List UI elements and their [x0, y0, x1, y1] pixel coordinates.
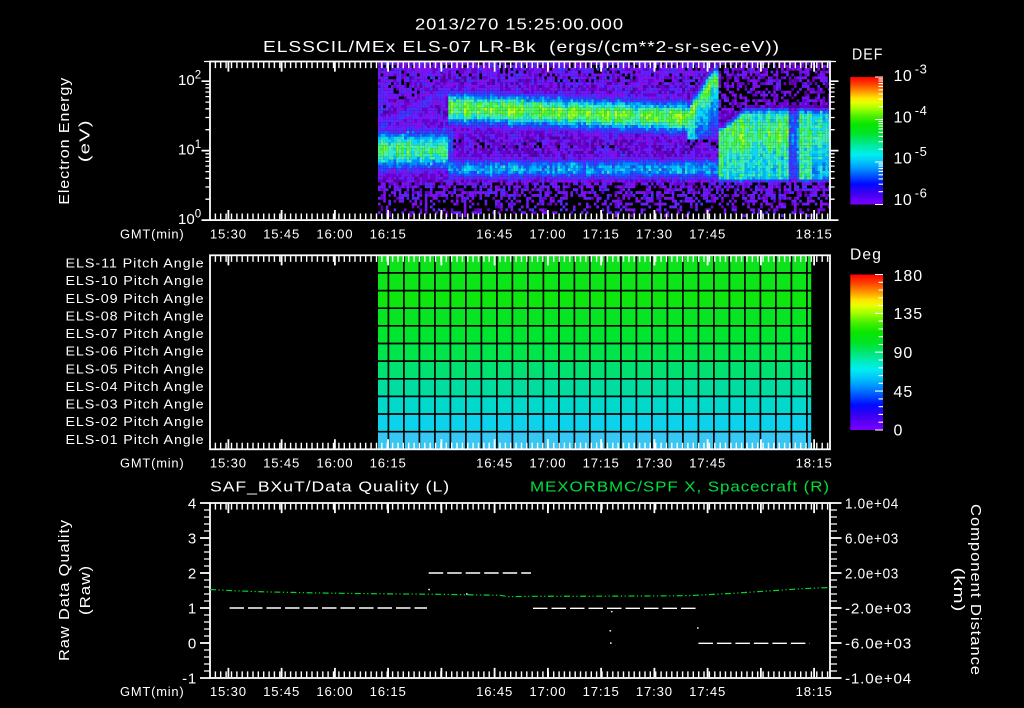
svg-text:Electron Energy: Electron Energy: [56, 77, 73, 205]
svg-text:15:30: 15:30: [210, 684, 247, 699]
svg-text:Component Distance: Component Distance: [967, 504, 984, 676]
svg-text:2013/270 15:25:00.000: 2013/270 15:25:00.000: [415, 17, 624, 34]
svg-text:17:30: 17:30: [636, 226, 673, 241]
svg-text:17:15: 17:15: [583, 456, 620, 471]
svg-text:ELS-10 Pitch Angle: ELS-10 Pitch Angle: [66, 273, 205, 288]
svg-text:17:30: 17:30: [636, 456, 673, 471]
svg-text:ELS-04 Pitch Angle: ELS-04 Pitch Angle: [66, 379, 205, 394]
svg-text:17:30: 17:30: [636, 684, 673, 699]
svg-text:16:15: 16:15: [370, 456, 407, 471]
svg-text:ELS-05 Pitch Angle: ELS-05 Pitch Angle: [66, 361, 205, 376]
svg-text:18:15: 18:15: [796, 456, 833, 471]
svg-text:0: 0: [188, 635, 197, 652]
svg-text:17:45: 17:45: [689, 456, 726, 471]
svg-text:15:45: 15:45: [263, 684, 300, 699]
svg-text:90: 90: [894, 345, 914, 362]
svg-text:15:30: 15:30: [210, 226, 247, 241]
svg-text:ELS-01 Pitch Angle: ELS-01 Pitch Angle: [66, 432, 205, 447]
svg-text:1.0e+04: 1.0e+04: [845, 495, 899, 512]
svg-text:15:30: 15:30: [210, 456, 247, 471]
svg-text:16:15: 16:15: [370, 684, 407, 699]
svg-text:16:00: 16:00: [316, 226, 353, 241]
svg-text:16:00: 16:00: [316, 684, 353, 699]
svg-text:ELSSCIL/MEx ELS-07 LR-Bk (erg: ELSSCIL/MEx ELS-07 LR-Bk (ergs/(cm**2-sr…: [263, 39, 780, 56]
svg-text:17:15: 17:15: [583, 226, 620, 241]
svg-text:15:45: 15:45: [263, 456, 300, 471]
svg-text:17:45: 17:45: [689, 684, 726, 699]
svg-text:17:45: 17:45: [689, 226, 726, 241]
svg-text:-6.0e+03: -6.0e+03: [845, 635, 912, 652]
svg-text:ELS-08 Pitch Angle: ELS-08 Pitch Angle: [66, 308, 205, 323]
svg-text:135: 135: [894, 306, 924, 323]
svg-text:Deg: Deg: [850, 247, 882, 264]
svg-text:DEF: DEF: [852, 47, 884, 64]
svg-text:16:45: 16:45: [476, 684, 513, 699]
svg-text:ELS-07 Pitch Angle: ELS-07 Pitch Angle: [66, 326, 205, 341]
svg-text:16:15: 16:15: [370, 226, 407, 241]
svg-text:ELS-06 Pitch Angle: ELS-06 Pitch Angle: [66, 344, 205, 359]
svg-text:GMT(min): GMT(min): [120, 456, 185, 471]
svg-text:16:45: 16:45: [476, 226, 513, 241]
svg-text:17:00: 17:00: [529, 456, 566, 471]
svg-text:GMT(min): GMT(min): [120, 684, 185, 699]
svg-text:-1.0e+04: -1.0e+04: [845, 670, 912, 687]
svg-text:45: 45: [894, 384, 914, 401]
svg-text:15:45: 15:45: [263, 226, 300, 241]
svg-text:17:15: 17:15: [583, 684, 620, 699]
svg-text:0: 0: [894, 423, 904, 440]
svg-text:1: 1: [188, 600, 197, 617]
svg-text:-2.0e+03: -2.0e+03: [845, 600, 912, 617]
svg-text:17:00: 17:00: [529, 226, 566, 241]
svg-text:3: 3: [188, 530, 197, 547]
svg-text:ELS-03 Pitch Angle: ELS-03 Pitch Angle: [66, 397, 205, 412]
svg-text:ELS-09 Pitch Angle: ELS-09 Pitch Angle: [66, 291, 205, 306]
svg-text:(km): (km): [950, 568, 967, 613]
svg-text:180: 180: [894, 268, 924, 285]
svg-text:(Raw): (Raw): [77, 565, 94, 615]
svg-text:SAF_BXuT/Data Quality (L): SAF_BXuT/Data Quality (L): [210, 478, 450, 495]
svg-text:GMT(min): GMT(min): [120, 226, 185, 241]
svg-text:18:15: 18:15: [796, 226, 833, 241]
svg-text:ELS-02 Pitch Angle: ELS-02 Pitch Angle: [66, 414, 205, 429]
svg-text:16:45: 16:45: [476, 456, 513, 471]
svg-text:4: 4: [188, 495, 197, 512]
svg-text:18:15: 18:15: [796, 684, 833, 699]
svg-text:2: 2: [188, 565, 197, 582]
svg-text:Raw Data Quality: Raw Data Quality: [56, 519, 73, 661]
svg-text:MEXORBMC/SPF X, Spacecraft (R): MEXORBMC/SPF X, Spacecraft (R): [530, 478, 830, 495]
svg-text:2.0e+03: 2.0e+03: [845, 565, 899, 582]
svg-text:6.0e+03: 6.0e+03: [845, 530, 899, 547]
svg-text:16:00: 16:00: [316, 456, 353, 471]
svg-text:17:00: 17:00: [529, 684, 566, 699]
svg-text:(eV): (eV): [77, 119, 94, 162]
svg-text:ELS-11 Pitch Angle: ELS-11 Pitch Angle: [66, 256, 205, 271]
